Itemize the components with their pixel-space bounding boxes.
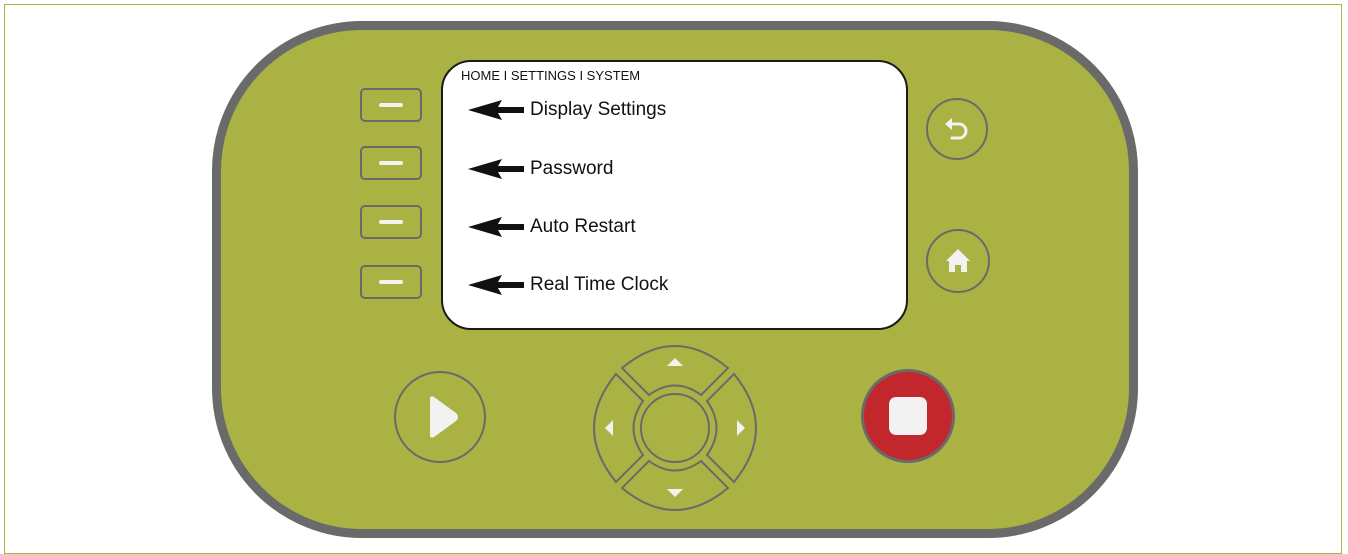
- home-icon: [946, 249, 970, 272]
- menu-item-label: Real Time Clock: [530, 274, 669, 295]
- menu-item-label: Display Settings: [530, 99, 667, 120]
- soft-key-4[interactable]: [360, 265, 422, 299]
- soft-key-3[interactable]: [360, 205, 422, 239]
- dpad-up-button[interactable]: [620, 345, 730, 397]
- play-icon: [430, 396, 458, 438]
- breadcrumb: HOME I SETTINGS I SYSTEM: [461, 68, 641, 83]
- dpad-down-button[interactable]: [620, 459, 730, 511]
- menu-item-label: Auto Restart: [530, 216, 636, 237]
- arrow-left-icon: [468, 159, 524, 179]
- back-arrow-icon: [945, 118, 968, 140]
- dash-icon: [379, 220, 403, 224]
- menu-item-auto-restart[interactable]: Auto Restart: [468, 214, 768, 240]
- menu-item-display-settings[interactable]: Display Settings: [468, 97, 768, 123]
- home-button[interactable]: [926, 229, 990, 293]
- stop-icon: [889, 397, 927, 435]
- soft-key-2[interactable]: [360, 146, 422, 180]
- arrow-left-icon: [468, 217, 524, 237]
- arrow-left-icon: [468, 275, 524, 295]
- menu-item-password[interactable]: Password: [468, 156, 768, 182]
- soft-key-1[interactable]: [360, 88, 422, 122]
- play-button[interactable]: [394, 371, 486, 463]
- dash-icon: [379, 280, 403, 284]
- dpad-center-button[interactable]: [640, 393, 710, 463]
- dpad: [593, 345, 757, 511]
- back-button[interactable]: [926, 98, 988, 160]
- menu-item-real-time-clock[interactable]: Real Time Clock: [468, 272, 768, 298]
- dpad-left-button[interactable]: [593, 372, 645, 484]
- dash-icon: [379, 161, 403, 165]
- dpad-right-button[interactable]: [705, 372, 757, 484]
- arrow-left-icon: [468, 100, 524, 120]
- dash-icon: [379, 103, 403, 107]
- menu-item-label: Password: [530, 158, 614, 179]
- stop-button[interactable]: [861, 369, 955, 463]
